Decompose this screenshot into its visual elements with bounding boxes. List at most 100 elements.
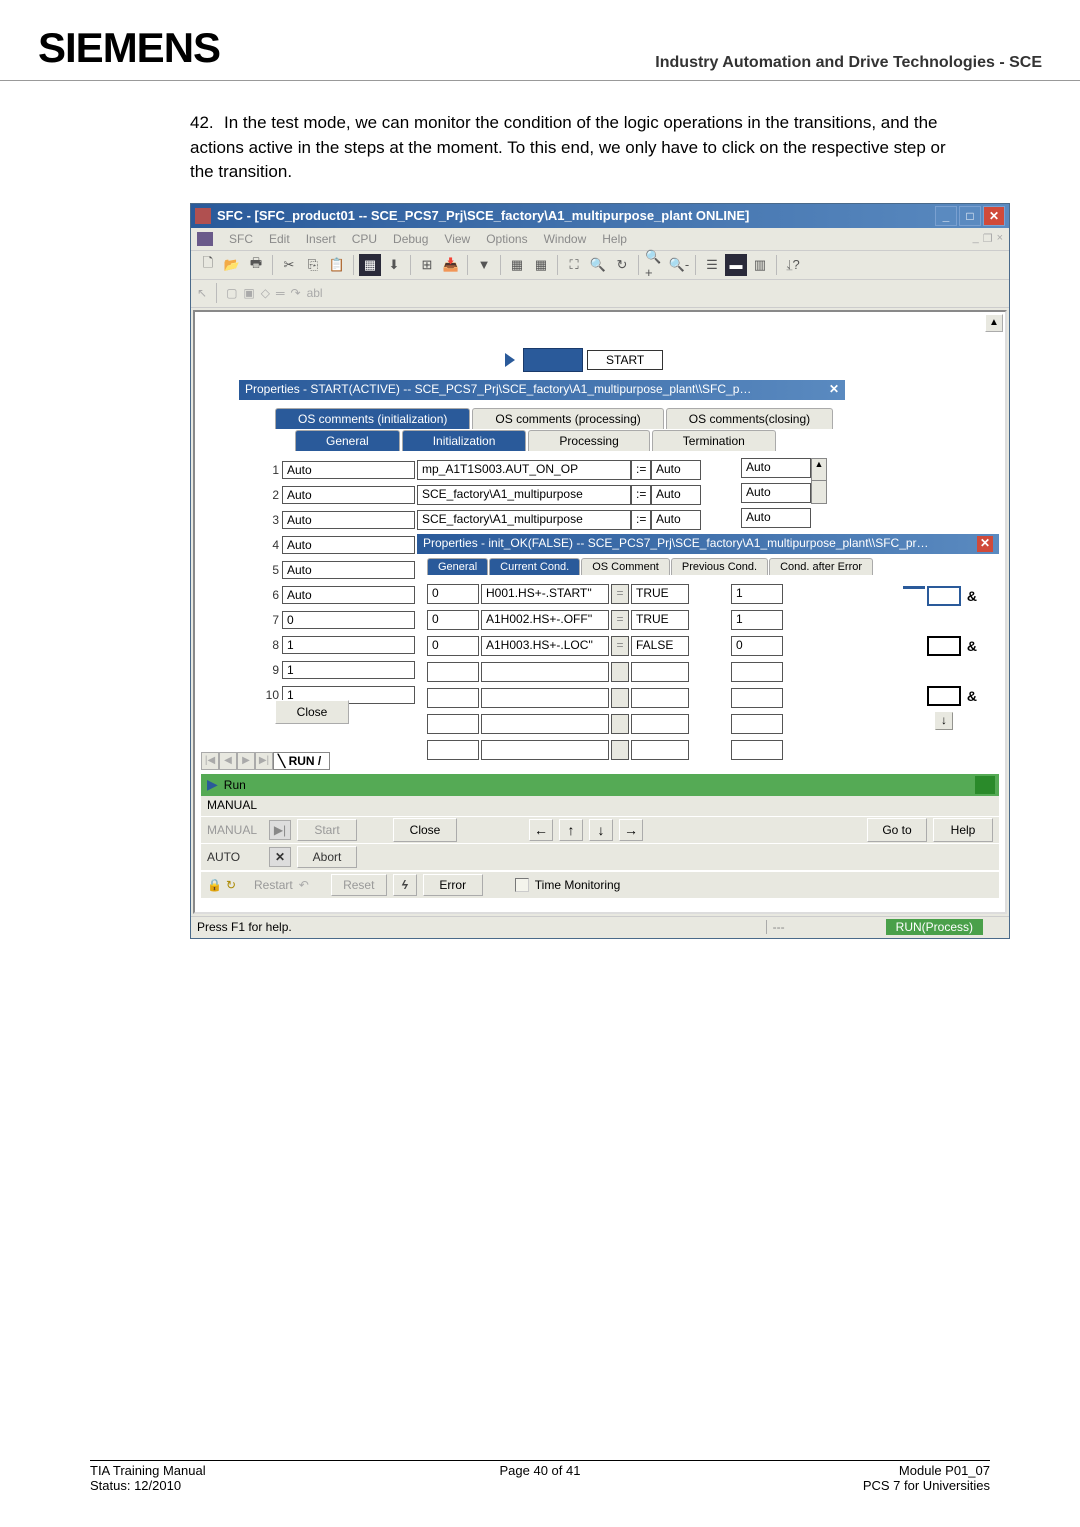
step-field[interactable]: 1 — [282, 661, 415, 679]
goto-button[interactable]: Go to — [867, 818, 927, 842]
fit-icon[interactable]: ⛶ — [563, 254, 585, 276]
refresh-icon[interactable]: ↻ — [611, 254, 633, 276]
step-field[interactable]: Auto — [282, 461, 415, 479]
action-target[interactable]: SCE_factory\A1_multipurpose — [417, 510, 631, 530]
run-tab[interactable]: ╲ RUN / — [273, 752, 330, 770]
step-field[interactable]: Auto — [282, 586, 415, 604]
cond-d[interactable] — [631, 662, 689, 682]
minimize-button[interactable]: _ — [935, 206, 957, 226]
auto-field[interactable]: Auto — [741, 508, 811, 528]
prev-icon[interactable]: ◀ — [219, 752, 237, 770]
arrow-up-button[interactable]: ↑ — [559, 819, 583, 841]
close-button[interactable]: ✕ — [983, 206, 1005, 226]
cond-b[interactable] — [481, 740, 609, 760]
branch-icon[interactable]: ◇ — [261, 286, 270, 300]
cond-d[interactable] — [631, 714, 689, 734]
cond-d[interactable]: TRUE — [631, 610, 689, 630]
zoomout-icon[interactable]: 🔍- — [668, 254, 690, 276]
maximize-button[interactable]: □ — [959, 206, 981, 226]
zoomin-icon[interactable]: 🔍+ — [644, 254, 666, 276]
step-field[interactable]: 0 — [282, 611, 415, 629]
cond-d[interactable]: FALSE — [631, 636, 689, 656]
cond-a[interactable]: 0 — [427, 610, 479, 630]
menu-cpu[interactable]: CPU — [344, 232, 385, 246]
open-icon[interactable]: 📂 — [221, 254, 243, 276]
cond-a[interactable] — [427, 740, 479, 760]
menu-sfc[interactable]: SFC — [221, 232, 261, 246]
mdi-restore-icon[interactable]: ❐ — [983, 232, 993, 245]
tab-proc[interactable]: Processing — [528, 430, 649, 451]
cond-b[interactable]: A1H003.HS+-.LOC'' — [481, 636, 609, 656]
cond-e[interactable] — [731, 740, 783, 760]
tab-os-proc[interactable]: OS comments (processing) — [472, 408, 663, 429]
step-field[interactable]: 1 — [282, 636, 415, 654]
cond-a[interactable] — [427, 662, 479, 682]
tab-general[interactable]: General — [295, 430, 400, 451]
parallel-icon[interactable]: ═ — [276, 286, 285, 300]
spin-scroll[interactable]: ▲ — [811, 458, 827, 504]
tb-icon-3[interactable]: ▼ — [473, 254, 495, 276]
cond-b[interactable] — [481, 714, 609, 734]
error-button[interactable]: Error — [423, 874, 483, 896]
tb-icon-1[interactable]: ⊞ — [416, 254, 438, 276]
tab-init[interactable]: Initialization — [402, 430, 527, 451]
menu-debug[interactable]: Debug — [385, 232, 436, 246]
help-button[interactable]: Help — [933, 818, 993, 842]
cond-e[interactable]: 0 — [731, 636, 783, 656]
tb-icon-2[interactable]: 📥 — [440, 254, 462, 276]
tab-gen[interactable]: General — [427, 558, 488, 575]
action-val[interactable]: Auto — [651, 460, 701, 480]
scroll-up-button[interactable]: ▲ — [985, 314, 1003, 332]
menu-insert[interactable]: Insert — [298, 232, 344, 246]
auto-field[interactable]: Auto — [741, 458, 811, 478]
props2-close-icon[interactable]: ✕ — [977, 536, 993, 552]
tab-os-init[interactable]: OS comments (initialization) — [275, 408, 470, 429]
menu-options[interactable]: Options — [478, 232, 535, 246]
cond-e[interactable] — [731, 662, 783, 682]
jump-icon[interactable]: ↷ — [291, 286, 301, 300]
manual-icon[interactable]: ▶| — [269, 820, 291, 840]
cond-a[interactable] — [427, 714, 479, 734]
time-checkbox[interactable] — [515, 878, 529, 892]
tab-oscomment[interactable]: OS Comment — [581, 558, 670, 575]
compile-icon[interactable]: ▦ — [359, 254, 381, 276]
auto-icon[interactable]: ✕ — [269, 847, 291, 867]
menu-window[interactable]: Window — [536, 232, 595, 246]
pointer-icon[interactable]: ↖ — [197, 286, 207, 300]
arrow-down-button[interactable]: ↓ — [589, 819, 613, 841]
start-box[interactable] — [523, 348, 583, 372]
text-icon[interactable]: abl — [307, 286, 323, 300]
cond-e[interactable] — [731, 688, 783, 708]
close-button[interactable]: Close — [275, 700, 349, 724]
undo-icon[interactable]: ↶ — [299, 878, 309, 892]
mdi-min-icon[interactable]: _ — [973, 232, 979, 245]
cond-a[interactable]: 0 — [427, 636, 479, 656]
step-field[interactable]: Auto — [282, 511, 415, 529]
bolt-button[interactable]: ϟ — [393, 874, 417, 896]
start-step[interactable]: START — [505, 348, 663, 372]
props1-close-icon[interactable]: ✕ — [829, 382, 839, 398]
cond-a[interactable] — [427, 688, 479, 708]
tab-os-close[interactable]: OS comments(closing) — [666, 408, 833, 429]
tab-prev[interactable]: Previous Cond. — [671, 558, 768, 575]
arrow-right-button[interactable]: → — [619, 819, 643, 841]
tab-term[interactable]: Termination — [652, 430, 776, 451]
cond-a[interactable]: 0 — [427, 584, 479, 604]
action-val[interactable]: Auto — [651, 485, 701, 505]
close-button-2[interactable]: Close — [393, 818, 457, 842]
menu-view[interactable]: View — [436, 232, 478, 246]
cond-d[interactable]: TRUE — [631, 584, 689, 604]
step-field[interactable]: Auto — [282, 536, 415, 554]
cut-icon[interactable]: ✂ — [278, 254, 300, 276]
step-field[interactable]: Auto — [282, 561, 415, 579]
lock2-icon[interactable]: ↻ — [226, 878, 236, 892]
copy-icon[interactable]: ⎘ — [302, 254, 324, 276]
cond-e[interactable]: 1 — [731, 584, 783, 604]
contexthelp-icon[interactable]: ⥙? — [782, 254, 804, 276]
new-icon[interactable]: 🗋 — [197, 254, 219, 276]
print-icon[interactable]: 🖶 — [245, 254, 267, 276]
cond-d[interactable] — [631, 688, 689, 708]
tb-icon-8[interactable]: ▥ — [749, 254, 771, 276]
scroll-down-button[interactable]: ↓ — [935, 712, 953, 730]
reset-button[interactable]: Reset — [331, 874, 387, 896]
